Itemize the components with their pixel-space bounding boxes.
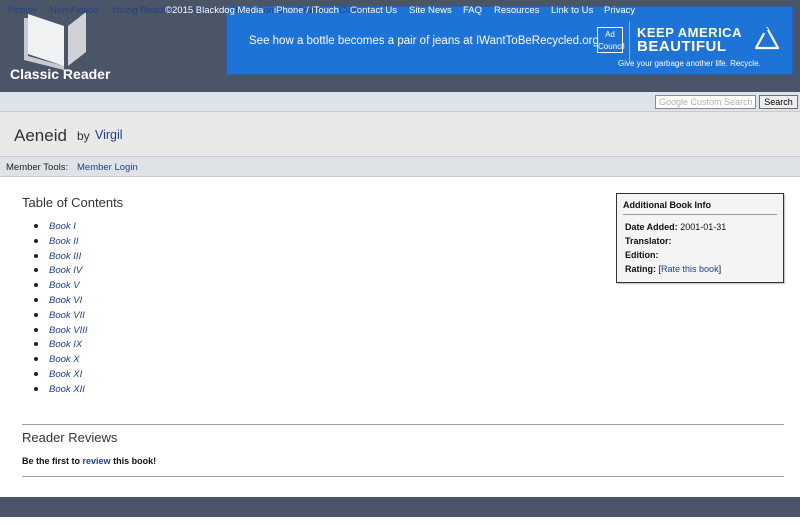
member-login-link[interactable]: Member Login (77, 162, 138, 173)
bullet-icon (34, 268, 38, 273)
footer-bottom-strip (0, 517, 800, 526)
info-translator-row: Translator: (625, 236, 672, 246)
author-by-label: by (77, 129, 90, 143)
toc-link-book-8[interactable]: Book VIII (49, 325, 88, 336)
bullet-icon (34, 297, 38, 302)
site-name[interactable]: Classic Reader (10, 66, 110, 82)
search-button[interactable]: Search (759, 95, 798, 109)
bullet-icon (34, 253, 38, 258)
info-date-row: Date Added: 2001-01-31 (625, 222, 726, 232)
section-divider (22, 476, 784, 477)
rating-label: Rating: (625, 264, 656, 274)
footer-link-to-us[interactable]: Link to Us (551, 5, 593, 16)
info-edition-row: Edition: (625, 250, 659, 260)
info-rating-row: Rating: [Rate this book] (625, 264, 721, 274)
member-tools-label: Member Tools: (6, 162, 69, 173)
toc-link-book-3[interactable]: Book III (49, 251, 81, 262)
toc-link-book-2[interactable]: Book II (49, 236, 79, 247)
section-divider (22, 424, 784, 425)
page-title: Aeneid (14, 126, 67, 145)
toc-link-book-4[interactable]: Book IV (49, 265, 82, 276)
recycle-icon (754, 26, 780, 50)
toc-link-book-6[interactable]: Book VI (49, 295, 82, 306)
toc-link-book-5[interactable]: Book V (49, 280, 80, 291)
nav-non-fiction[interactable]: Non-Fiction (50, 5, 99, 16)
date-value: 2001-01-31 (680, 222, 727, 232)
ad-text[interactable]: See how a bottle becomes a pair of jeans… (249, 35, 599, 47)
reviews-suffix: this book! (113, 456, 157, 466)
toc-heading: Table of Contents (22, 195, 124, 210)
bullet-icon (34, 312, 38, 317)
toc-link-book-9[interactable]: Book IX (49, 339, 82, 350)
reviews-text: Be the first to review this book! (22, 456, 156, 466)
rating-bracket-close: ] (718, 264, 722, 274)
search-placeholder: Custom Search (690, 97, 753, 107)
bullet-icon (34, 386, 38, 391)
bullet-icon (34, 283, 38, 288)
bullet-icon (34, 238, 38, 243)
search-input[interactable]: Google Custom Search (655, 95, 756, 109)
author-link[interactable]: Virgil (95, 128, 123, 142)
toc-link-book-7[interactable]: Book VII (49, 310, 85, 321)
ad-divider (629, 21, 630, 63)
toc-link-book-11[interactable]: Book XI (49, 369, 82, 380)
info-heading: Additional Book Info (623, 200, 711, 210)
info-divider (623, 214, 777, 215)
bullet-icon (34, 327, 38, 332)
toc-link-book-12[interactable]: Book XII (49, 384, 85, 395)
nav-fiction[interactable]: Fiction (8, 5, 36, 16)
ad-council-badge: Ad Council (597, 27, 625, 53)
footer-site-news[interactable]: Site News (409, 5, 452, 16)
ad-brand-line2: BEAUTIFUL (637, 38, 727, 55)
review-link[interactable]: review (83, 456, 111, 466)
rate-book-link[interactable]: Rate this book (661, 264, 719, 274)
reviews-prefix: Be the first to (22, 456, 81, 466)
date-label: Date Added: (625, 222, 678, 232)
footer-iphone[interactable]: iPhone / iTouch (274, 5, 339, 16)
bullet-icon (34, 342, 38, 347)
footer-copyright: ©2015 Blackdog Media (165, 5, 264, 16)
toc-link-book-1[interactable]: Book I (49, 221, 76, 232)
bullet-icon (34, 357, 38, 362)
edition-label: Edition: (625, 250, 659, 260)
toc-link-book-10[interactable]: Book X (49, 354, 80, 365)
footer-privacy[interactable]: Privacy (604, 5, 635, 16)
reviews-heading: Reader Reviews (22, 430, 118, 445)
footer-faq[interactable]: FAQ (463, 5, 482, 16)
search-brand: Google (659, 97, 689, 107)
site-footer (0, 497, 800, 517)
book-info-box: Additional Book Info Date Added: 2001-01… (616, 193, 784, 283)
ad-banner[interactable]: See how a bottle becomes a pair of jeans… (226, 6, 793, 75)
translator-label: Translator: (625, 236, 672, 246)
footer-resources[interactable]: Resources (494, 5, 539, 16)
ad-tagline: Give your garbage another life. Recycle. (618, 59, 761, 68)
bullet-icon (34, 224, 38, 228)
bullet-icon (34, 371, 38, 376)
footer-contact[interactable]: Contact Us (350, 5, 397, 16)
